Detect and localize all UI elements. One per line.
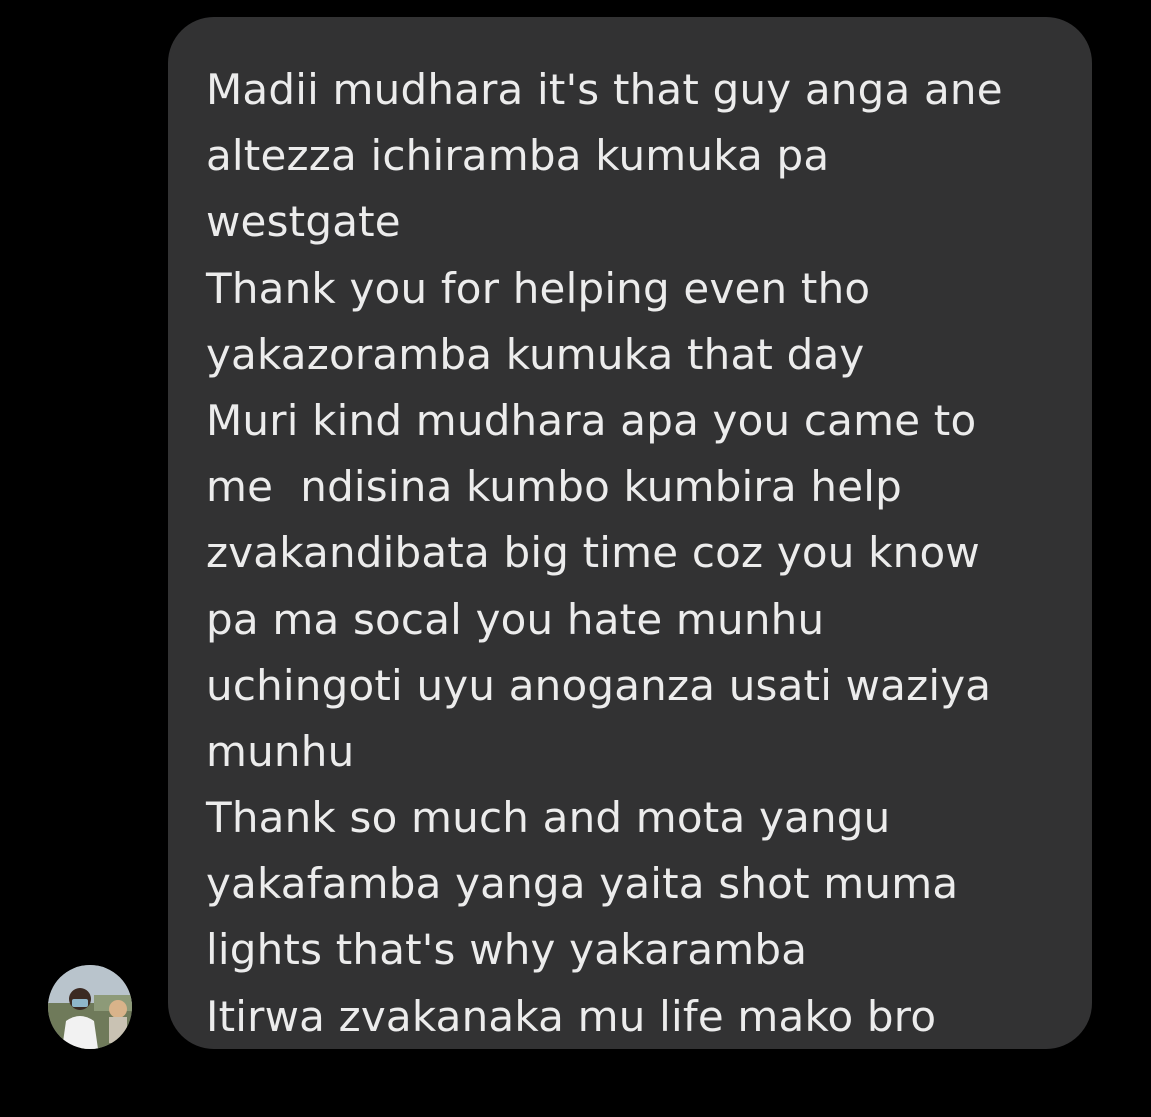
message-line: Thank so much and mota yangu <box>206 793 891 843</box>
message-line: lights that's why yakaramba <box>206 925 808 975</box>
message-line: Madii mudhara it's that guy anga ane <box>206 65 1003 114</box>
message-line: Muri kind mudhara apa you came to <box>206 395 977 445</box>
message-line: uchingoti uyu anoganza usati waziya <box>206 660 992 710</box>
message-line: yakafamba yanga yaita shot muma <box>206 859 959 909</box>
message-line: altezza ichiramba kumuka pa <box>206 131 830 181</box>
profile-photo-icon <box>48 965 132 1049</box>
sender-avatar[interactable] <box>48 965 132 1049</box>
message-bubble[interactable]: Madii mudhara it's that guy anga ane alt… <box>168 17 1092 1049</box>
message-line: Thank you for helping even tho <box>206 263 871 313</box>
message-line: munhu <box>206 726 355 776</box>
message-line: pa ma socal you hate munhu <box>206 594 825 644</box>
message-line: westgate <box>206 197 401 247</box>
message-line: yakazoramba kumuka that day <box>206 329 865 379</box>
message-line: Itirwa zvakanaka mu life mako bro <box>206 991 937 1041</box>
message-line: zvakandibata big time coz you know <box>206 528 980 578</box>
message-line: me ndisina kumbo kumbira help <box>206 462 902 512</box>
